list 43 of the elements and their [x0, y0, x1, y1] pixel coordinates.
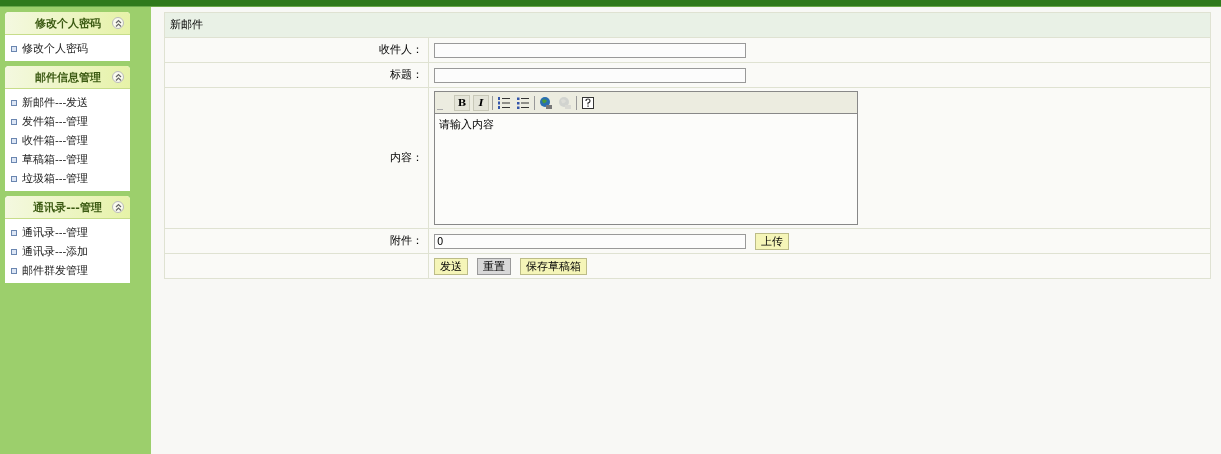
help-icon[interactable] — [580, 94, 596, 111]
square-bullet-icon — [11, 45, 17, 52]
menu-link[interactable]: 收件箱---管理 — [22, 133, 89, 148]
menu-link[interactable]: 垃圾箱---管理 — [22, 171, 89, 186]
upload-button[interactable]: 上传 — [755, 232, 789, 250]
reset-button[interactable]: 重置 — [477, 257, 511, 275]
square-bullet-icon — [11, 175, 17, 182]
text-field[interactable] — [434, 67, 746, 83]
collapse-icon[interactable] — [112, 201, 124, 213]
panel-title: 修改个人密码 — [34, 15, 101, 31]
action-button[interactable]: 保存草稿箱 — [520, 257, 587, 275]
collapse-icon[interactable] — [112, 71, 124, 83]
menu-link[interactable]: 发件箱---管理 — [22, 114, 89, 129]
square-bullet-icon — [11, 99, 17, 106]
menu-link[interactable]: 通讯录---管理 — [22, 225, 89, 240]
text-field[interactable] — [434, 42, 746, 58]
square-bullet-icon — [11, 156, 17, 163]
square-bullet-icon — [11, 137, 17, 144]
square-bullet-icon — [11, 229, 17, 236]
square-bullet-icon — [11, 248, 17, 255]
field-label: 标题： — [390, 68, 423, 80]
menu-link[interactable]: 新邮件---发送 — [22, 95, 89, 110]
form-title: 新邮件 — [164, 12, 1211, 38]
numbered-list-icon[interactable] — [496, 94, 512, 111]
menu-link[interactable]: 邮件群发管理 — [22, 263, 88, 278]
globe-icon[interactable] — [538, 94, 554, 111]
menu-link[interactable]: 草稿箱---管理 — [22, 152, 89, 167]
field-label: 附件： — [390, 234, 423, 246]
collapse-icon[interactable] — [112, 17, 124, 29]
italic-button[interactable]: I — [473, 94, 489, 111]
menu-link[interactable]: 修改个人密码 — [22, 41, 88, 56]
panel-title: 邮件信息管理 — [34, 69, 101, 85]
content-textarea[interactable]: 请输入内容 — [434, 113, 858, 225]
square-bullet-icon — [11, 267, 17, 274]
action-button[interactable]: 发送 — [434, 257, 468, 275]
toolbar-grip-icon — [437, 107, 443, 110]
panel-title: 通讯录---管理 — [33, 199, 102, 215]
field-label: 内容： — [390, 151, 423, 163]
menu-link[interactable]: 通讯录---添加 — [22, 244, 89, 259]
bold-button[interactable]: B — [454, 94, 470, 111]
field-label: 收件人： — [379, 43, 423, 55]
square-bullet-icon — [11, 118, 17, 125]
attachment-field[interactable]: 0 — [434, 233, 746, 249]
